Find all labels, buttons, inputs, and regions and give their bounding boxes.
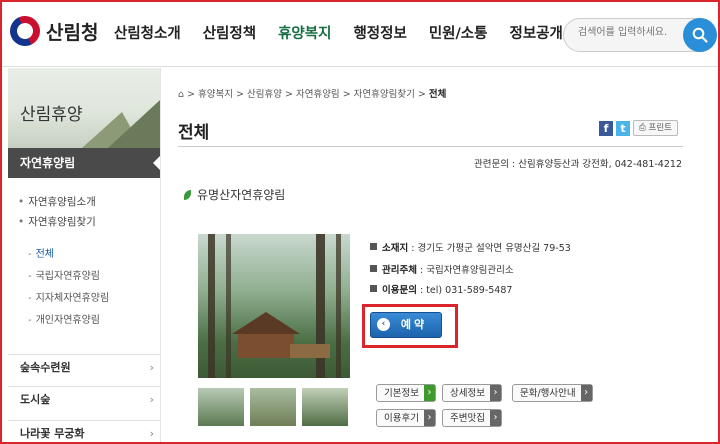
sidebar-subsub-item[interactable]: 개인자연휴양림	[28, 311, 100, 326]
reserve-label: 예약	[400, 318, 428, 331]
nav-item-civil[interactable]: 민원/소통	[429, 22, 488, 43]
breadcrumb-current: 전체	[428, 89, 447, 100]
print-label: 프린트	[648, 123, 672, 133]
sidebar-subsub-item-current[interactable]: 전체	[28, 245, 54, 260]
info-value: : tel) 031-589-5487	[416, 285, 513, 296]
sidebar-sub-item[interactable]: 자연휴양림찾기	[18, 214, 96, 229]
facebook-share-button[interactable]: f	[599, 120, 614, 136]
taegeuk-logo-icon	[5, 11, 45, 51]
main-content: ⌂ > 휴양복지 > 산림휴양 > 자연휴양림 > 자연휴양림찾기 > 전체 전…	[178, 68, 698, 442]
sidebar-sub-item[interactable]: 자연휴양림소개	[18, 194, 96, 209]
sidebar: 산림휴양 자연휴양림 자연휴양림소개 자연휴양림찾기 전체 국립자연휴양림 지자…	[8, 68, 161, 442]
nav-item-admin-info[interactable]: 행정정보	[353, 22, 406, 43]
title-divider	[178, 146, 683, 147]
nav-item-policy[interactable]: 산림정책	[203, 22, 256, 43]
breadcrumb: ⌂ > 휴양복지 > 산림휴양 > 자연휴양림 > 자연휴양림찾기 > 전체	[178, 89, 447, 100]
info-contact: 이용문의 : tel) 031-589-5487	[370, 282, 512, 296]
page-title: 전체	[178, 123, 210, 143]
sidebar-subsub-item[interactable]: 국립자연휴양림	[28, 267, 100, 282]
breadcrumb-item[interactable]: 자연휴양림찾기	[354, 89, 415, 100]
info-address: 소재지 : 경기도 가평군 설악면 유명산길 79-53	[370, 240, 571, 254]
arrow-left-circle-icon: ‹	[377, 318, 390, 331]
nav-item-recreation[interactable]: 휴양복지	[278, 22, 331, 43]
nav-item-disclosure[interactable]: 정보공개	[509, 22, 562, 43]
contact-info: 관련문의 : 산림휴양등산과 강전화, 042-481-4212	[474, 159, 682, 170]
sidebar-item-active[interactable]: 자연휴양림	[8, 148, 160, 178]
sidebar-menu-label: 숲속수련원	[20, 361, 71, 374]
tab-nearby-food[interactable]: 주변맛집	[442, 409, 502, 427]
info-value: : 국립자연휴양림관리소	[416, 265, 514, 276]
thumbnail-image[interactable]	[302, 388, 348, 426]
main-photo	[198, 234, 350, 378]
breadcrumb-item[interactable]: 자연휴양림	[296, 89, 340, 100]
breadcrumb-item[interactable]: 휴양복지	[198, 89, 233, 100]
sidebar-menu-item[interactable]: 도시숲 ›	[8, 386, 160, 412]
thumbnail-image[interactable]	[250, 388, 296, 426]
photo-thumbnails	[198, 388, 348, 426]
site-logo[interactable]: 산림청	[5, 11, 99, 51]
reserve-button[interactable]: ‹ 예약	[370, 312, 442, 338]
chevron-right-icon: ›	[149, 393, 154, 406]
search-button[interactable]	[683, 18, 717, 52]
info-value: : 경기도 가평군 설악면 유명산길 79-53	[408, 243, 571, 254]
tab-reviews[interactable]: 이용후기	[376, 409, 436, 427]
sidebar-title: 산림휴양	[20, 105, 83, 125]
place-name: 유명산자연휴양림	[197, 188, 286, 202]
home-icon[interactable]: ⌂	[178, 89, 184, 100]
info-manager: 관리주체 : 국립자연휴양림관리소	[370, 262, 514, 276]
search-icon	[692, 27, 708, 43]
twitter-share-button[interactable]: t	[616, 120, 631, 136]
info-label: 이용문의	[382, 285, 417, 296]
share-tools: f t ⎙ 프린트	[599, 120, 678, 136]
chevron-right-icon: ›	[149, 427, 154, 440]
sidebar-menu-label: 나라꽃 무궁화	[20, 427, 85, 440]
chevron-right-icon: ›	[149, 361, 154, 374]
thumbnail-image[interactable]	[198, 388, 244, 426]
bullet-icon	[370, 285, 377, 292]
info-label: 소재지	[382, 243, 409, 254]
print-button[interactable]: ⎙ 프린트	[633, 120, 678, 136]
site-header: 산림청 산림청소개 산림정책 휴양복지 행정정보 민원/소통 정보공개	[2, 2, 718, 67]
bullet-icon	[370, 265, 377, 272]
sidebar-subsub-item[interactable]: 지자체자연휴양림	[28, 289, 110, 304]
nav-item-about[interactable]: 산림청소개	[114, 22, 181, 43]
bullet-icon	[370, 243, 377, 250]
tab-culture-events[interactable]: 문화/행사안내	[512, 384, 593, 402]
sidebar-menu-item[interactable]: 숲속수련원 ›	[8, 354, 160, 380]
search-input[interactable]	[576, 26, 690, 39]
leaf-icon	[184, 189, 191, 200]
sidebar-banner-image: 산림휴양	[8, 68, 160, 148]
main-nav: 산림청소개 산림정책 휴양복지 행정정보 민원/소통 정보공개	[114, 22, 585, 43]
tab-detail-info[interactable]: 상세정보	[442, 384, 502, 402]
page-frame: 산림청 산림청소개 산림정책 휴양복지 행정정보 민원/소통 정보공개 산림휴양	[0, 0, 720, 444]
sidebar-menu-item[interactable]: 나라꽃 무궁화 ›	[8, 420, 160, 442]
sidebar-menu-label: 도시숲	[20, 393, 51, 406]
place-heading: 유명산자연휴양림	[184, 186, 285, 203]
tab-basic-info[interactable]: 기본정보	[376, 384, 436, 402]
breadcrumb-item[interactable]: 산림휴양	[247, 89, 282, 100]
info-label: 관리주체	[382, 265, 417, 276]
search-box	[563, 18, 717, 52]
logo-text: 산림청	[46, 21, 99, 44]
